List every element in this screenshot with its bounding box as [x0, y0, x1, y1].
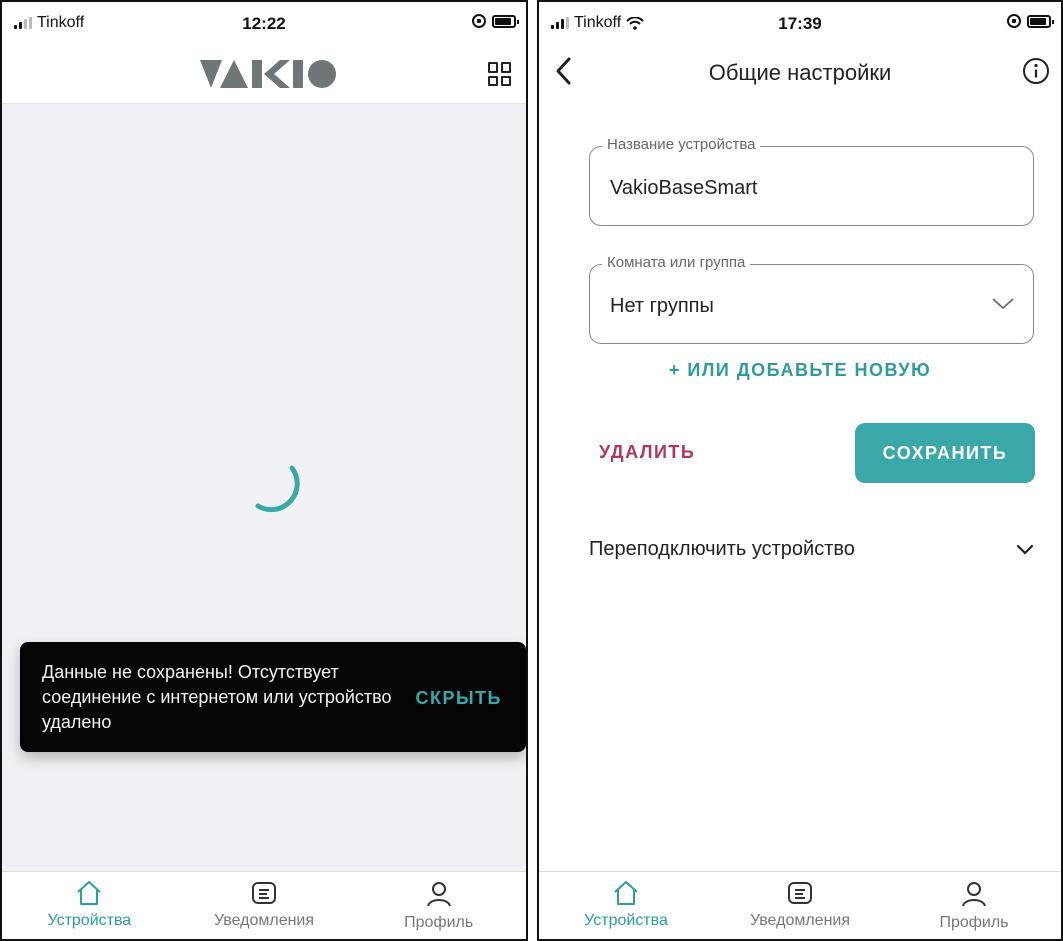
tab-label: Профиль — [939, 914, 1009, 931]
profile-icon — [962, 882, 986, 907]
status-bar: Tinkoff 12:22 — [2, 2, 526, 46]
tab-devices[interactable]: Устройства — [539, 872, 713, 939]
vakio-logo — [198, 56, 338, 92]
orientation-lock-icon — [472, 14, 486, 28]
device-name-field[interactable]: Название устройства VakioBaseSmart — [589, 136, 1034, 226]
tab-profile[interactable]: Профиль — [351, 872, 526, 939]
reconnect-device-row[interactable]: Переподключить устройство — [589, 538, 1034, 568]
qr-grid-icon[interactable] — [488, 62, 512, 86]
app-header — [2, 46, 526, 104]
error-snackbar: Данные не сохранены! Отсутствует соедине… — [20, 642, 526, 752]
loading-spinner-icon — [255, 465, 300, 513]
vakio-logo-icon — [200, 60, 336, 88]
status-bar: Tinkoff 17:39 — [539, 2, 1061, 46]
battery-icon — [1027, 14, 1054, 28]
app-header: Общие настройки — [539, 46, 1061, 100]
chevron-down-icon — [992, 298, 1014, 310]
tab-label: Уведомления — [213, 912, 315, 929]
chevron-down-icon — [1016, 544, 1034, 555]
notifications-icon — [788, 882, 812, 904]
orientation-lock-icon — [1007, 14, 1021, 28]
status-time: 17:39 — [778, 14, 822, 33]
tab-label: Уведомления — [749, 912, 851, 929]
tab-label: Устройства — [47, 912, 132, 929]
tab-notifications[interactable]: Уведомления — [713, 872, 887, 939]
group-value: Нет группы — [610, 295, 714, 317]
notifications-icon — [252, 882, 276, 904]
snackbar-hide-button[interactable]: СКРЫТЬ — [415, 688, 502, 709]
group-select-field[interactable]: Комната или группа Нет группы — [589, 254, 1034, 344]
status-right-icons — [472, 14, 519, 28]
group-label: Комната или группа — [602, 254, 751, 271]
home-icon — [77, 881, 102, 905]
bottom-tab-bar: Устройства Уведомления Профиль — [2, 871, 526, 939]
home-icon — [614, 881, 638, 905]
tab-profile[interactable]: Профиль — [887, 872, 1061, 939]
device-name-value[interactable]: VakioBaseSmart — [610, 177, 757, 200]
profile-icon — [426, 882, 451, 907]
right-phone-screen: Tinkoff 17:39 Общие настройки Название у… — [537, 0, 1063, 941]
page-title: Общие настройки — [708, 60, 892, 85]
status-time: 12:22 — [242, 14, 286, 33]
tab-label: Устройства — [584, 912, 668, 929]
snackbar-message: Данные не сохранены! Отсутствует соедине… — [42, 662, 392, 732]
info-icon[interactable] — [1021, 56, 1051, 86]
delete-button[interactable]: УДАЛИТЬ — [599, 442, 695, 463]
tab-devices[interactable]: Устройства — [2, 872, 177, 939]
battery-icon — [492, 14, 519, 28]
add-new-group-link[interactable]: + ИЛИ ДОБАВЬТЕ НОВУЮ — [539, 360, 1061, 381]
tab-label: Профиль — [404, 914, 474, 931]
tab-notifications[interactable]: Уведомления — [177, 872, 352, 939]
reconnect-label: Переподключить устройство — [589, 538, 855, 560]
save-button[interactable]: СОХРАНИТЬ — [855, 423, 1035, 483]
device-name-label: Название устройства — [602, 136, 761, 153]
left-phone-screen: Tinkoff 12:22 Данные не сохранены! Отсут… — [0, 0, 528, 941]
status-right-icons — [1007, 14, 1054, 28]
bottom-tab-bar: Устройства Уведомления Профиль — [539, 871, 1061, 939]
